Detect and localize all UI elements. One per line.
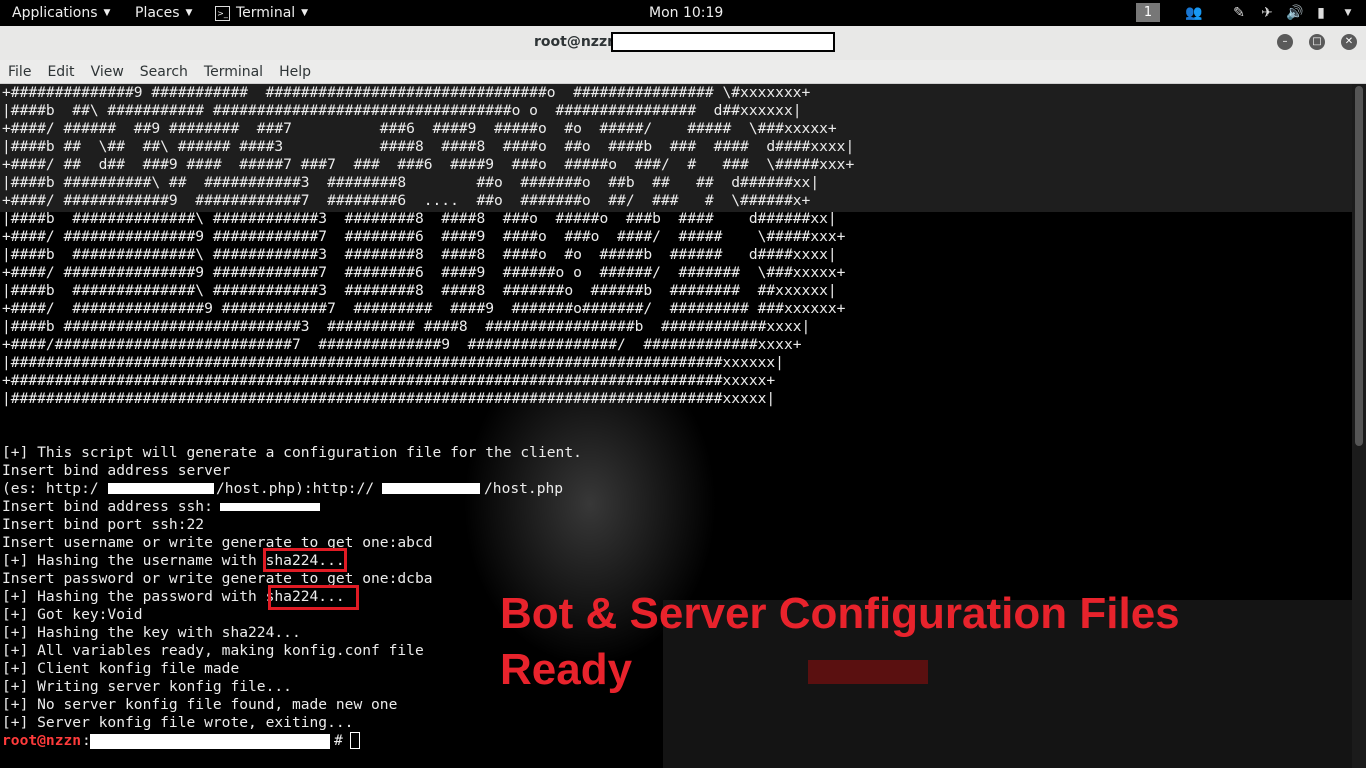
ascii-art-line: +####/ ###############9 ############7 ##… [2,228,846,245]
ascii-art-line: +####/ ## d## ###9 #### #####7 ###7 ### … [2,156,855,173]
chevron-down-icon[interactable]: ▼ [1340,5,1356,21]
output-line: [+] Hashing the key with sha224... [2,624,301,641]
highlight-box [263,548,347,572]
ascii-art-line: |#######################################… [2,354,784,371]
top-bar: Applications ▼ Places ▼ >_ Terminal ▼ Mo… [0,0,1366,26]
menu-terminal[interactable]: Terminal [196,64,271,80]
output-line: Insert username or write generate to get… [2,534,433,551]
airplane-icon[interactable]: ✈ [1259,5,1275,21]
ascii-art-line: |####b ##############\ ############3 ###… [2,246,837,263]
ascii-art-line: +####/ ###############9 ############7 ##… [2,300,846,317]
close-button[interactable]: ✕ [1341,34,1357,50]
ascii-art-line: +####/ ###############9 ############7 ##… [2,264,846,281]
output-line: [+] Client konfig file made [2,660,240,677]
output-line: [+] Writing server konfig file... [2,678,292,695]
menu-edit[interactable]: Edit [39,64,82,80]
output-line: /host.php [484,480,564,497]
annotation-overlay: Bot & Server Configuration Files Ready [500,586,1180,698]
ascii-art-line: |#######################################… [2,390,776,407]
prompt-user: root@nzzn [2,732,82,749]
pen-icon[interactable]: ✎ [1231,5,1247,21]
redacted-url [108,483,214,494]
battery-icon[interactable]: ▮ [1313,5,1329,21]
output-line: [+] This script will generate a configur… [2,444,582,461]
prompt-hash: # [334,732,343,749]
minimize-button[interactable]: – [1277,34,1293,50]
applications-label: Applications [12,5,98,21]
ascii-art-line: +####/ ############9 ############7 #####… [2,192,811,209]
window-title: root@nzzn: [534,34,623,50]
output-line: [+] Server konfig file wrote, exiting... [2,714,354,731]
output-line: Insert bind port ssh:22 [2,516,205,533]
redacted-address [220,503,320,511]
output-line: Insert bind address ssh: [2,498,213,515]
ascii-art-line: |####b ###########################3 ####… [2,318,811,335]
scrollbar-thumb[interactable] [1355,86,1363,446]
output-line: /host.php):http:// [216,480,375,497]
redacted-hostname [611,32,835,52]
ascii-art-line: +#######################################… [2,372,776,389]
terminal-app-label: Terminal [236,5,296,21]
output-line: Insert password or write generate to get… [2,570,433,587]
chevron-down-icon: ▼ [185,8,193,18]
ascii-art-line: |####b ##############\ ############3 ###… [2,282,837,299]
highlight-box [268,585,359,610]
clock-label: Mon 10:19 [649,5,724,21]
menu-file[interactable]: File [0,64,39,80]
annotation-line: Bot & Server Configuration Files [500,589,1180,638]
clock[interactable]: Mon 10:19 [649,4,723,22]
terminal-cursor [350,732,360,749]
ascii-art-line: +####/###########################7 #####… [2,336,802,353]
chevron-down-icon: ▼ [301,8,309,18]
output-line: [+] No server konfig file found, made ne… [2,696,398,713]
ascii-art-line: |####b ## \## ##\ ###### ####3 ####8 ###… [2,138,855,155]
volume-icon[interactable]: 🔊 [1286,5,1303,21]
maximize-button[interactable]: □ [1309,34,1325,50]
users-icon[interactable]: 👥 [1185,5,1202,21]
chevron-down-icon: ▼ [103,8,111,18]
ascii-art-line: |####b ##\ ########### #################… [2,102,802,119]
terminal-app-menu[interactable]: >_ Terminal ▼ [215,4,308,22]
ascii-art-line: +##############9 ########### ###########… [2,84,811,101]
ascii-art-line: |####b ##########\ ## ###########3 #####… [2,174,820,191]
output-line: Insert bind address server [2,462,231,479]
menu-view[interactable]: View [83,64,132,80]
redacted-url [382,483,480,494]
menu-help[interactable]: Help [271,64,319,80]
ascii-art-line: |####b ##############\ ############3 ###… [2,210,837,227]
places-menu[interactable]: Places ▼ [135,4,192,22]
places-label: Places [135,5,180,21]
redacted-path [90,734,330,749]
terminal-icon: >_ [215,5,230,21]
output-line: [+] All variables ready, making konfig.c… [2,642,424,659]
output-line: [+] Got key:Void [2,606,143,623]
annotation-line: Ready [500,645,633,694]
menu-bar: File Edit View Search Terminal Help [0,60,1366,84]
menu-search[interactable]: Search [132,64,196,80]
workspace-indicator[interactable]: 1 [1136,3,1160,22]
output-line: (es: http:/ [2,480,99,497]
applications-menu[interactable]: Applications ▼ [12,4,110,22]
ascii-art-line: +####/ ###### ##9 ######## ###7 ###6 ###… [2,120,837,137]
